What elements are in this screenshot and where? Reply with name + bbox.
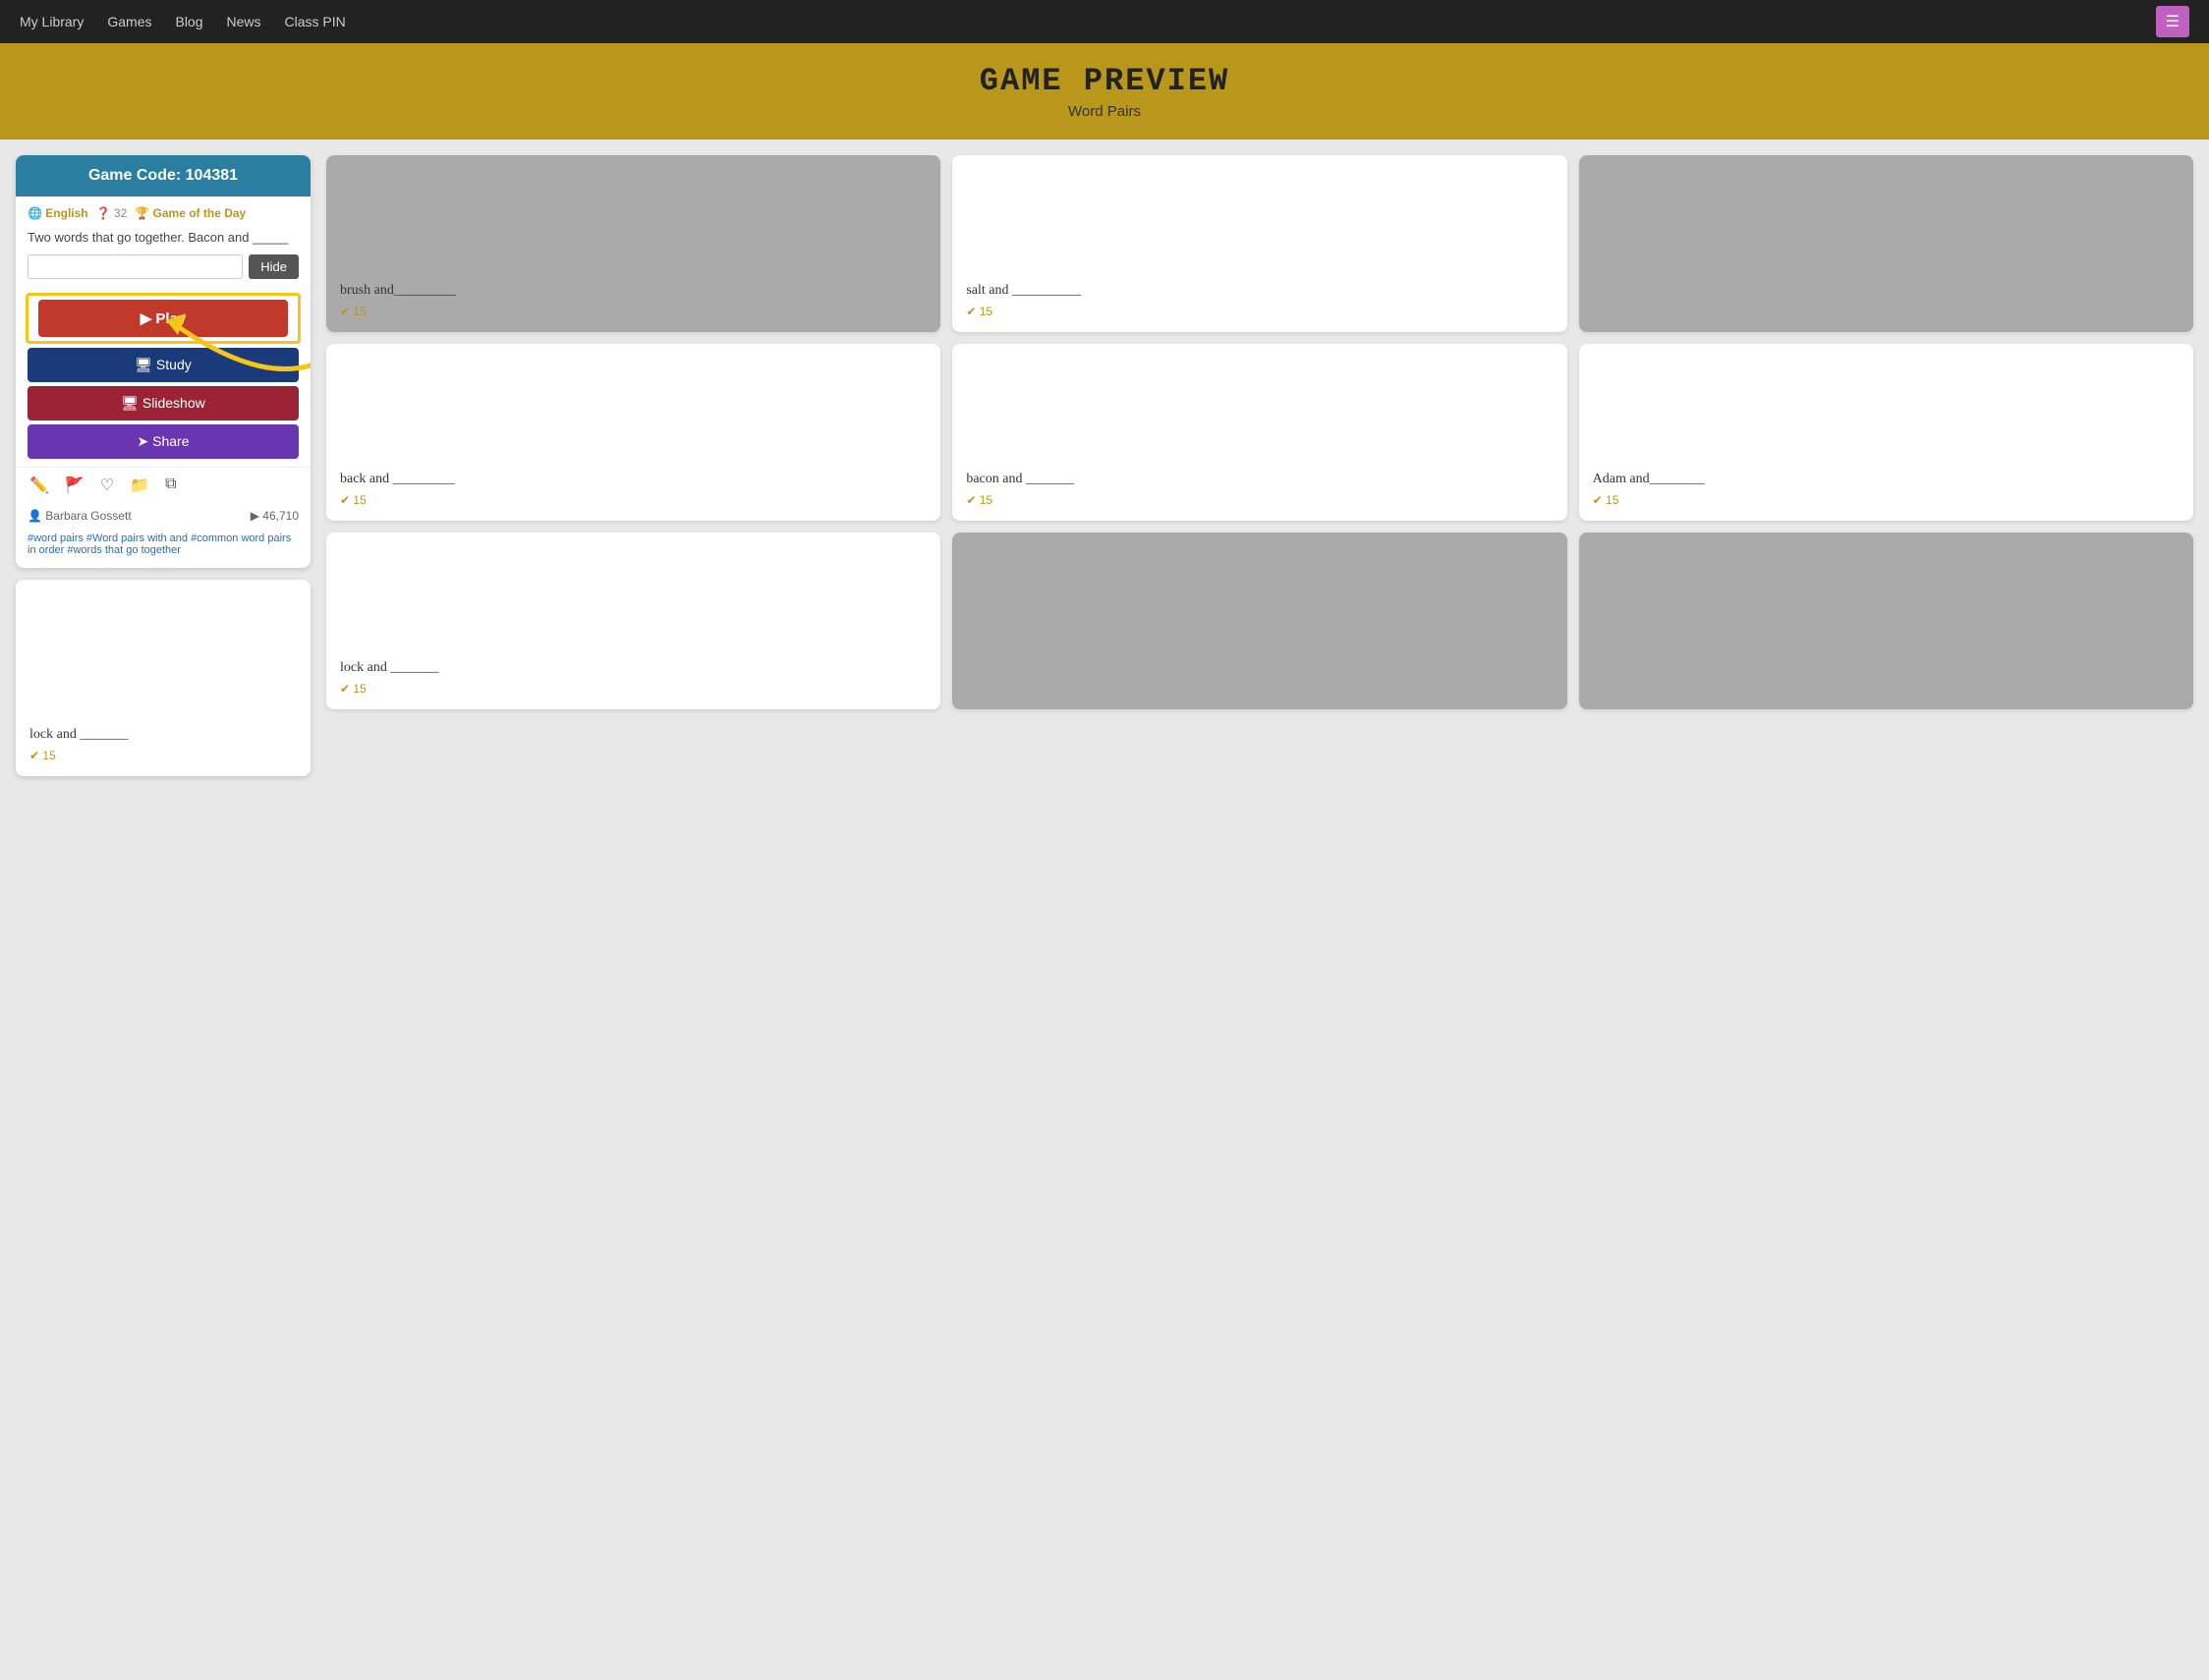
meta-english: 🌐 English bbox=[28, 206, 88, 220]
play-count: ▶ 46,710 bbox=[251, 509, 299, 523]
navbar-right: ☰ bbox=[2156, 6, 2189, 37]
sidebar-bottom-tile-text: lock and _______ bbox=[29, 727, 297, 743]
tile-check-5: ✔ 15 bbox=[1593, 493, 2180, 507]
study-button[interactable]: 🖥 Study bbox=[28, 348, 299, 382]
tile-content-5: Adam and________ ✔ 15 bbox=[1593, 472, 2180, 507]
folder-icon[interactable]: 📁 bbox=[130, 476, 149, 495]
tile-content-1: salt and __________ ✔ 15 bbox=[966, 283, 1553, 318]
main-content: Game Code: 104381 🌐 English ❓ 32 🏆 Game … bbox=[0, 140, 2209, 792]
hamburger-menu-button[interactable]: ☰ bbox=[2156, 6, 2189, 37]
sidebar-bottom-tile-check: ✔ 15 bbox=[29, 749, 297, 762]
tile-text-6: lock and _______ bbox=[340, 660, 927, 676]
game-card-header: Game Code: 104381 bbox=[16, 155, 311, 196]
game-tile: back and _________ ✔ 15 bbox=[326, 344, 940, 521]
navbar: My Library Games Blog News Class PIN ☰ bbox=[0, 0, 2209, 43]
game-card: Game Code: 104381 🌐 English ❓ 32 🏆 Game … bbox=[16, 155, 311, 568]
game-tile: Adam and________ ✔ 15 bbox=[1579, 344, 2193, 521]
tile-text-1: salt and __________ bbox=[966, 283, 1553, 299]
page-header: Game Preview Word Pairs bbox=[0, 43, 2209, 140]
nav-news[interactable]: News bbox=[227, 14, 261, 29]
meta-count: ❓ 32 bbox=[96, 206, 128, 220]
tile-content-4: bacon and _______ ✔ 15 bbox=[966, 472, 1553, 507]
game-grid: brush and_________ ✔ 15 salt and _______… bbox=[326, 155, 2193, 776]
game-tile bbox=[1579, 155, 2193, 332]
author-row: 👤 Barbara Gossett ▶ 46,710 bbox=[16, 503, 311, 529]
nav-games[interactable]: Games bbox=[107, 14, 151, 29]
icon-row: ✏️ 🚩 ♡ 📁 ⧉ bbox=[16, 467, 311, 503]
nav-blog[interactable]: Blog bbox=[175, 14, 202, 29]
tile-text-5: Adam and________ bbox=[1593, 472, 2180, 487]
tile-text-4: bacon and _______ bbox=[966, 472, 1553, 487]
tile-content-6: lock and _______ ✔ 15 bbox=[340, 660, 927, 696]
game-input-field[interactable] bbox=[28, 254, 243, 279]
sidebar-bottom-tile-content: lock and _______ ✔ 15 bbox=[29, 727, 297, 762]
game-description: Two words that go together. Bacon and __… bbox=[16, 230, 311, 254]
tile-check-4: ✔ 15 bbox=[966, 493, 1553, 507]
heart-icon[interactable]: ♡ bbox=[100, 476, 114, 495]
share-button[interactable]: ➤ Share bbox=[28, 424, 299, 459]
tile-check-3: ✔ 15 bbox=[340, 493, 927, 507]
page-title: Game Preview bbox=[20, 63, 2189, 99]
game-input-row: Hide bbox=[16, 254, 311, 289]
play-button[interactable]: ▶ Play bbox=[38, 300, 288, 337]
tile-content-0: brush and_________ ✔ 15 bbox=[340, 283, 927, 318]
tags: #word pairs #Word pairs with and #common… bbox=[16, 529, 311, 568]
edit-icon[interactable]: ✏️ bbox=[29, 476, 49, 495]
tile-text-0: brush and_________ bbox=[340, 283, 927, 299]
game-tile: salt and __________ ✔ 15 bbox=[952, 155, 1566, 332]
sidebar: Game Code: 104381 🌐 English ❓ 32 🏆 Game … bbox=[16, 155, 311, 776]
tile-check-1: ✔ 15 bbox=[966, 305, 1553, 318]
tile-check-6: ✔ 15 bbox=[340, 682, 927, 696]
author-name: 👤 Barbara Gossett bbox=[28, 509, 132, 523]
flag-icon[interactable]: 🚩 bbox=[65, 476, 85, 495]
nav-my-library[interactable]: My Library bbox=[20, 14, 84, 29]
copy-icon[interactable]: ⧉ bbox=[165, 476, 176, 495]
meta-gotd: 🏆 Game of the Day bbox=[135, 206, 246, 220]
tile-text-3: back and _________ bbox=[340, 472, 927, 487]
game-tile: brush and_________ ✔ 15 bbox=[326, 155, 940, 332]
play-button-wrapper: ▶ Play bbox=[26, 293, 301, 344]
hide-button[interactable]: Hide bbox=[249, 254, 299, 279]
nav-links: My Library Games Blog News Class PIN bbox=[20, 14, 346, 29]
game-tile: lock and _______ ✔ 15 bbox=[326, 532, 940, 709]
slideshow-button[interactable]: 🖥 Slideshow bbox=[28, 386, 299, 420]
sidebar-bottom-card: lock and _______ ✔ 15 bbox=[16, 580, 311, 776]
nav-class-pin[interactable]: Class PIN bbox=[285, 14, 346, 29]
game-tile bbox=[952, 532, 1566, 709]
tile-check-0: ✔ 15 bbox=[340, 305, 927, 318]
game-meta: 🌐 English ❓ 32 🏆 Game of the Day bbox=[16, 196, 311, 230]
page-subtitle: Word Pairs bbox=[20, 103, 2189, 120]
game-tile bbox=[1579, 532, 2193, 709]
game-tile: bacon and _______ ✔ 15 bbox=[952, 344, 1566, 521]
tile-content-3: back and _________ ✔ 15 bbox=[340, 472, 927, 507]
game-code: Game Code: 104381 bbox=[88, 167, 238, 184]
